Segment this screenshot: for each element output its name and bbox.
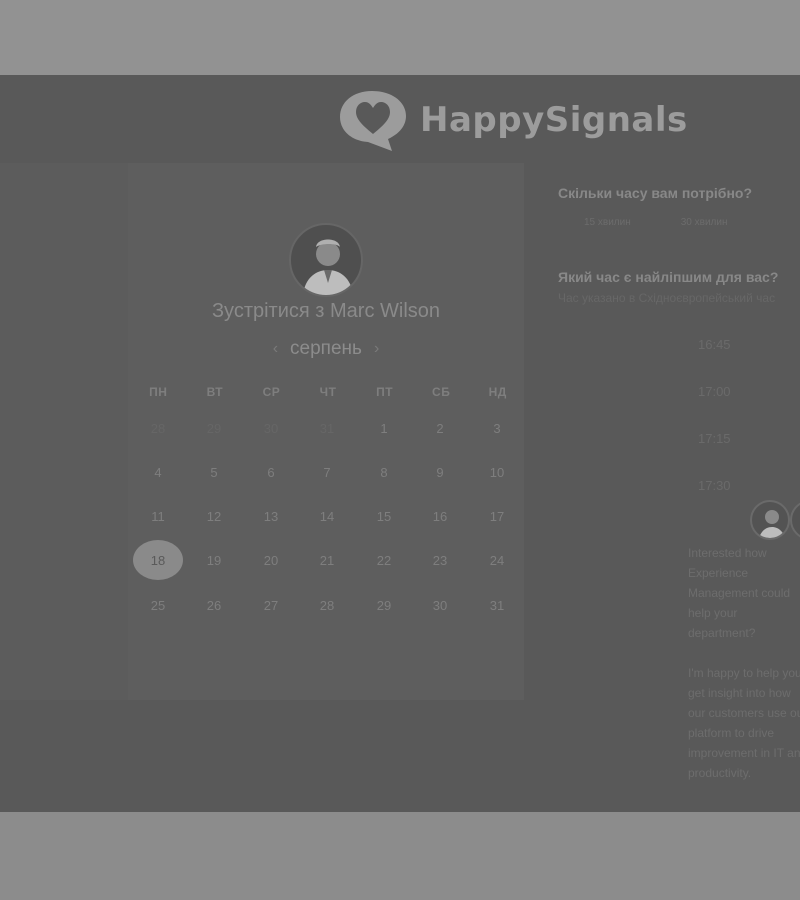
weekday-label: СБ xyxy=(432,385,451,399)
calendar-day[interactable]: 23 xyxy=(415,540,465,580)
calendar-day[interactable]: 4 xyxy=(133,452,183,492)
weekday-label: ПН xyxy=(149,385,168,399)
calendar-day[interactable]: 20 xyxy=(246,540,296,580)
booking-options: Скільки часу вам потрібно? 15 хвилин 30 … xyxy=(558,185,800,493)
chevron-right-icon[interactable]: › xyxy=(362,340,391,358)
calendar-day-selected[interactable]: 18 xyxy=(133,540,183,580)
time-slot[interactable]: 17:30 xyxy=(698,478,731,493)
scheduling-widget: HappySignals Зустрітися з Marc Wilson ‹ … xyxy=(0,75,800,812)
chevron-left-icon[interactable]: ‹ xyxy=(261,340,290,358)
host-message: Interested how Experience Management cou… xyxy=(688,543,800,803)
calendar-day[interactable]: 6 xyxy=(246,452,296,492)
calendar-day[interactable]: 12 xyxy=(189,496,239,536)
calendar-day[interactable]: 8 xyxy=(359,452,409,492)
calendar-day[interactable]: 14 xyxy=(302,496,352,536)
calendar-day[interactable]: 13 xyxy=(246,496,296,536)
calendar-day[interactable]: 3 xyxy=(472,408,522,448)
calendar-day: 28 xyxy=(150,420,166,436)
calendar-day[interactable]: 30 xyxy=(415,585,465,625)
calendar-day[interactable]: 10 xyxy=(472,452,522,492)
duration-question: Скільки часу вам потрібно? xyxy=(558,185,753,201)
calendar-day[interactable]: 29 xyxy=(359,585,409,625)
calendar-day[interactable]: 17 xyxy=(472,496,522,536)
calendar-day[interactable]: 16 xyxy=(415,496,465,536)
page-bottom-band xyxy=(0,812,800,900)
calendar-day[interactable]: 31 xyxy=(472,585,522,625)
calendar-panel: Зустрітися з Marc Wilson ‹ серпень › ПН В… xyxy=(128,163,524,700)
weekday-header-row: ПН ВТ СР ЧТ ПТ СБ НД xyxy=(130,385,526,399)
calendar-day[interactable]: 26 xyxy=(189,585,239,625)
timezone-note: Час указано в Східноєвропейський час xyxy=(558,291,776,305)
weekday-label: ЧТ xyxy=(319,385,337,399)
time-slot[interactable]: 16:45 xyxy=(698,337,731,352)
calendar-day[interactable]: 11 xyxy=(133,496,183,536)
brand-name: HappySignals xyxy=(420,100,688,140)
weekday-label: СР xyxy=(262,385,281,399)
host-message-paragraph: Interested how Experience Management cou… xyxy=(688,546,791,640)
calendar-day[interactable]: 9 xyxy=(415,452,465,492)
person-avatar-icon xyxy=(790,500,800,540)
month-label: серпень xyxy=(290,338,362,359)
calendar-day: 30 xyxy=(263,420,279,436)
calendar-day[interactable]: 2 xyxy=(415,408,465,448)
calendar-day[interactable]: 5 xyxy=(189,452,239,492)
calendar-day[interactable]: 25 xyxy=(133,585,183,625)
calendar-day[interactable]: 19 xyxy=(189,540,239,580)
weekday-label: ПТ xyxy=(376,385,394,399)
person-avatar-icon xyxy=(289,223,363,297)
duration-option-30[interactable]: 30 хвилин xyxy=(681,217,728,228)
host-message-paragraph: I'm happy to help you get insight into h… xyxy=(688,666,800,780)
time-question: Який час є найліпшим для вас? xyxy=(558,269,779,285)
person-avatar-icon xyxy=(750,500,790,540)
meeting-title: Зустрітися з Marc Wilson xyxy=(211,300,441,322)
page-top-band xyxy=(0,0,800,75)
calendar-day[interactable]: 22 xyxy=(359,540,409,580)
time-slot[interactable]: 17:15 xyxy=(698,431,731,446)
brand-logo: HappySignals xyxy=(336,87,688,153)
calendar-day[interactable]: 28 xyxy=(302,585,352,625)
calendar-day[interactable]: 15 xyxy=(359,496,409,536)
calendar-day[interactable]: 1 xyxy=(359,408,409,448)
calendar-day: 29 xyxy=(206,420,222,436)
calendar-day: 31 xyxy=(319,420,335,436)
weekday-label: НД xyxy=(488,385,507,399)
heart-chat-bubble-icon xyxy=(336,87,410,153)
calendar-day[interactable]: 21 xyxy=(302,540,352,580)
calendar-day[interactable]: 24 xyxy=(472,540,522,580)
duration-options: 15 хвилин 30 хвилин xyxy=(584,217,800,228)
month-navigation: ‹ серпень › xyxy=(128,338,524,360)
duration-option-15[interactable]: 15 хвилин xyxy=(584,217,631,228)
calendar-day[interactable]: 27 xyxy=(246,585,296,625)
weekday-label: ВТ xyxy=(206,385,224,399)
left-panel xyxy=(0,163,128,700)
time-slot[interactable]: 17:00 xyxy=(698,384,731,399)
calendar-day[interactable]: 7 xyxy=(302,452,352,492)
host-avatars xyxy=(750,500,800,540)
